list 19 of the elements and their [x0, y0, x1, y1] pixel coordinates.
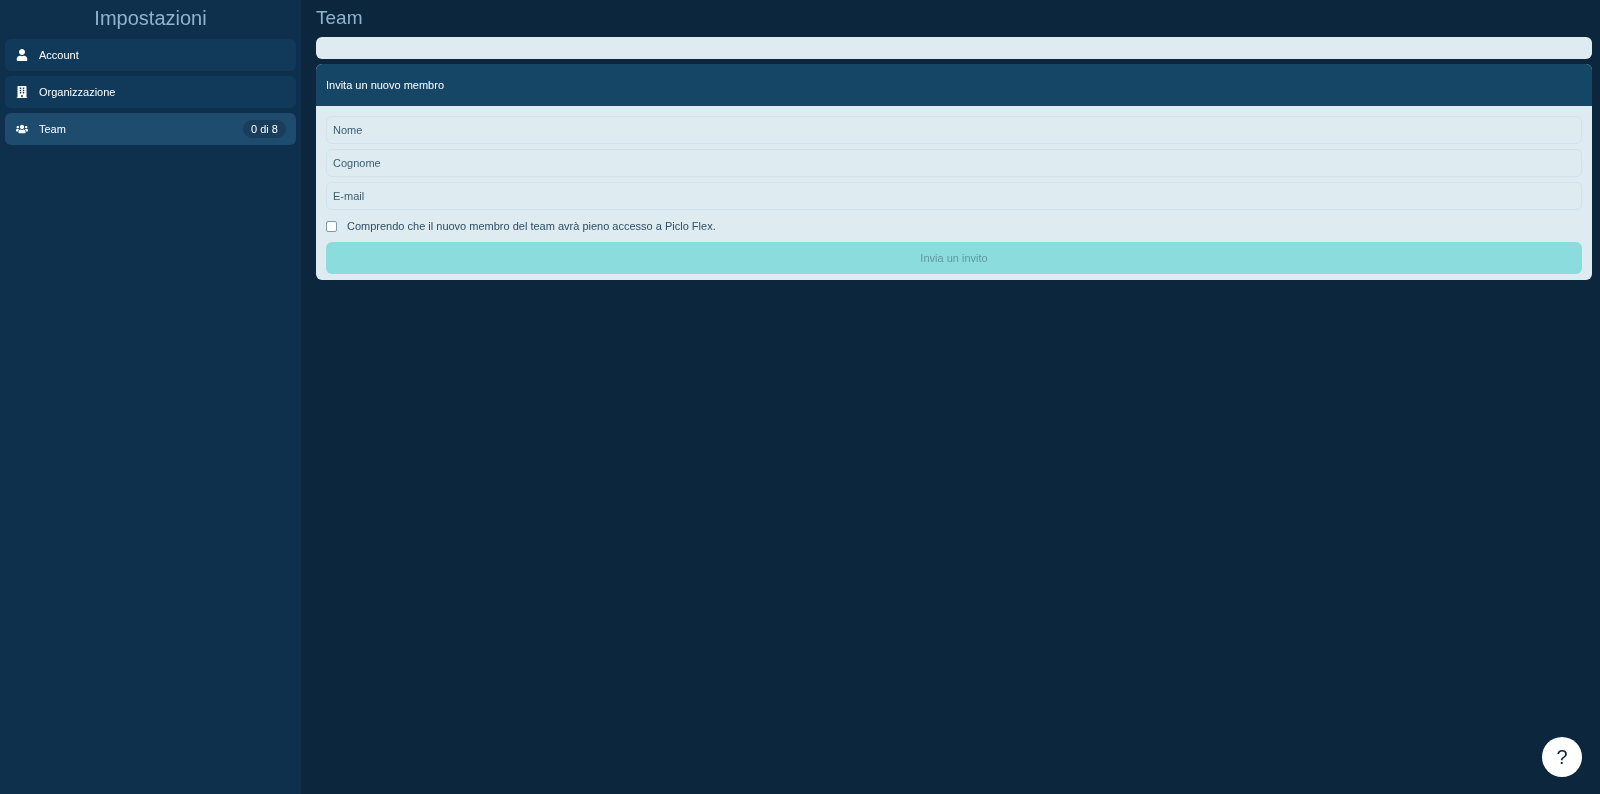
sidebar-item[interactable]: Account: [5, 39, 296, 71]
card-title: Invita un nuovo membro: [326, 77, 444, 93]
group-icon: [16, 123, 28, 135]
sidebar-item[interactable]: Team 0 di 8: [5, 113, 296, 145]
sidebar-item-label: Account: [39, 47, 80, 63]
sidebar-item-label: Team: [39, 121, 67, 137]
checkbox[interactable]: [326, 220, 337, 232]
text-field[interactable]: Cognome: [326, 149, 1582, 177]
help-button[interactable]: ?: [1542, 737, 1582, 777]
consent-label: Comprendo che il nuovo membro del team avrà pieno accesso a Piclo Flex.: [347, 218, 716, 234]
sidebar-title: Impostazioni: [93, 6, 208, 31]
page-title: Team: [316, 6, 364, 30]
user-icon: [16, 49, 28, 61]
building-icon: [16, 86, 28, 98]
text-field[interactable]: E-mail: [326, 182, 1582, 210]
count-badge: 0 di 8: [243, 119, 286, 139]
sidebar-item-label: Organizzazione: [39, 84, 117, 100]
text-field[interactable]: Nome: [326, 116, 1582, 144]
sidebar-item[interactable]: Organizzazione: [5, 76, 296, 108]
